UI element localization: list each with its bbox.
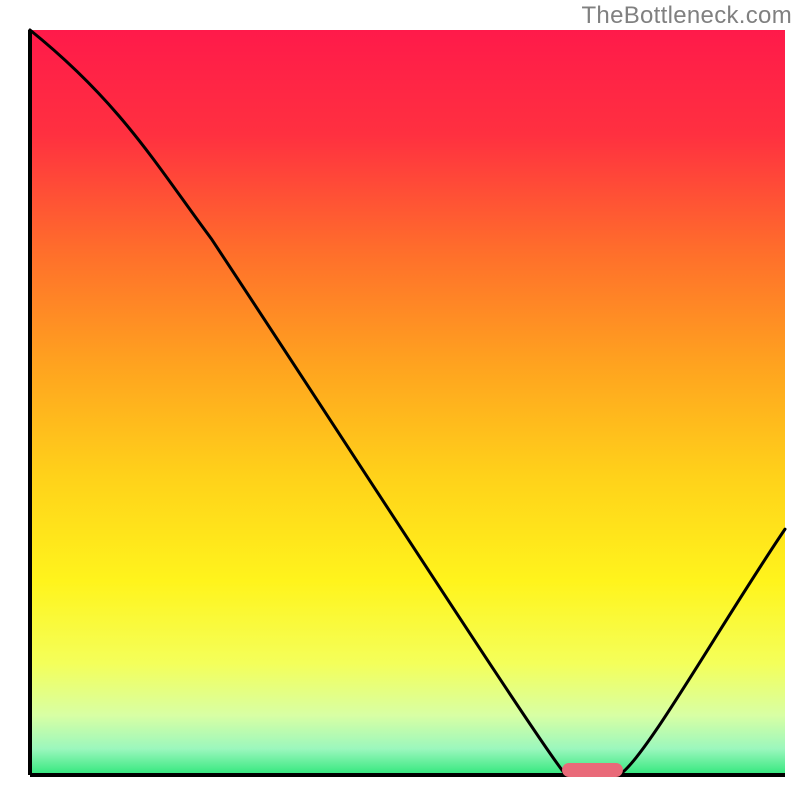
- gradient-background: [30, 30, 785, 775]
- optimal-range-marker: [562, 763, 623, 777]
- bottleneck-chart: [0, 0, 800, 800]
- watermark-text: TheBottleneck.com: [581, 2, 792, 30]
- chart-container: TheBottleneck.com: [0, 0, 800, 800]
